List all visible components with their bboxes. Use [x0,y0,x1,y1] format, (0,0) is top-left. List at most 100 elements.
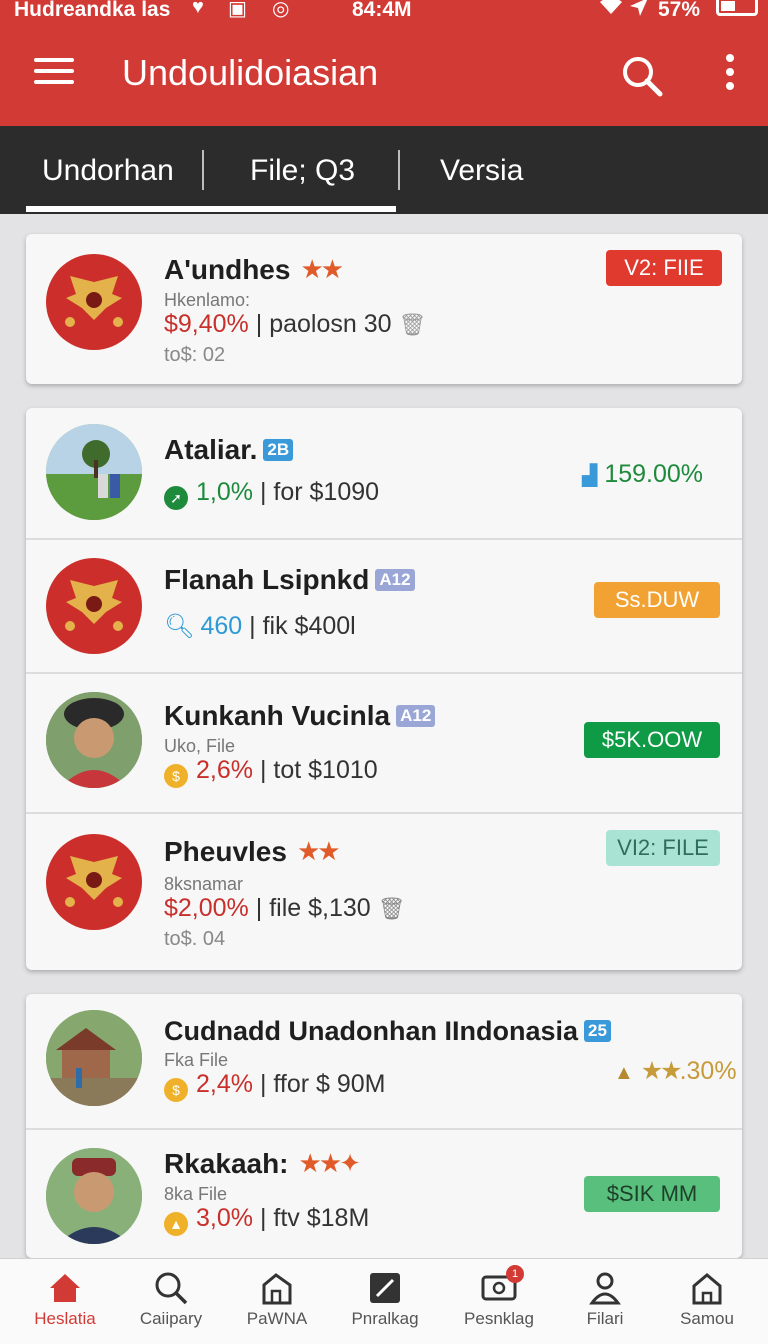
battery-percent: 57% [658,0,701,21]
rating-stars: ★★ [296,836,341,866]
sync-icon: ◎ [272,0,290,20]
item-subtitle: 8ksnamar [164,874,244,894]
tag-badge: A12 [375,569,415,591]
nav-search[interactable]: Caiipary [116,1271,226,1329]
emblem-avatar [46,558,142,654]
rating-stars: ★★ [640,1057,683,1085]
list-card: A'undhes ★★ Hkenlamo: $9,40% | paolosn 30… [26,234,742,384]
item-detail: paolosn 30 [269,310,392,338]
nav-home[interactable]: Heslatia [10,1271,120,1329]
item-percent: 2,4% [196,1070,253,1098]
list-item[interactable]: Cudnadd Unadonhan IIndonasia 25 Fka File … [26,994,742,1128]
right-metric: ▲ ★★.30% [614,1057,737,1085]
item-percent: $2,00% [164,894,249,922]
right-metric: ▟ 159.00% [582,460,704,488]
carrier-label: Hudreandka las [14,0,171,21]
app-title: Undoulidoiasian [122,52,379,93]
status-badge[interactable]: Ss.DUW [594,582,720,618]
item-metric: 🔍︎ 460 | fik $400l [164,612,356,640]
nav-profile[interactable]: Filari [550,1271,660,1329]
list-item[interactable]: Kunkanh Vucinla A12 Uko, File $2,6% | tot… [26,674,742,812]
item-subtitle: Hkenlamo: [164,290,251,310]
list-item[interactable]: Rkakaah: ★★✦ 8ka File ▲ 3,0% | ftv $18M $S… [26,1130,742,1258]
item-subtitle: Fka File [164,1050,229,1070]
item-name: Flanah Lsipnkd A12 [164,564,415,596]
status-badge[interactable]: $SIK MM [584,1176,720,1212]
item-percent: 1,0% [196,478,253,506]
list-item[interactable]: Flanah Lsipnkd A12 🔍︎ 460 | fik $400l Ss.D… [26,540,742,672]
nav-label: Filari [586,1309,624,1328]
search-icon: 🔍︎ [164,613,195,640]
status-badge[interactable]: V2: FIIE [606,250,722,286]
status-badge[interactable]: VI2: FILE [606,830,720,866]
village-photo-avatar [46,1010,142,1106]
battery-icon [716,0,758,16]
coin-icon: $ [164,1078,188,1102]
item-detail: ftv $18M [273,1204,370,1232]
home-icon [50,1274,80,1302]
tab-bar: Undorhan File; Q3 Versia [0,126,768,214]
item-percent: 460 [200,612,243,640]
nav-label: Pnralkag [351,1309,419,1328]
item-metric: $2,6% | tot $1010 [164,756,378,788]
nav-label: Caiipary [139,1309,203,1328]
item-metric: ▲ 3,0% | ftv $18M [164,1204,369,1236]
nav-house[interactable]: Samou [652,1271,762,1329]
nav-label: Samou [680,1309,734,1328]
nav-payments[interactable]: 1 Pesnklag [444,1265,554,1329]
trash-icon: 🗑 [398,312,427,337]
item-detail: file $,130 [269,894,371,922]
nav-label: Pesnklag [464,1309,534,1328]
menu-button[interactable] [34,58,74,88]
more-options-button[interactable] [720,54,740,94]
coin-icon: $ [164,764,188,788]
item-detail: ffor $ 90M [273,1070,386,1098]
man-photo-avatar [46,1148,142,1244]
item-metric: $2,4% | ffor $ 90M [164,1070,386,1102]
status-time: 84:4M [352,0,412,21]
person-avatar [46,692,142,788]
search-icon [623,57,663,97]
list-item[interactable]: Pheuvles ★★ 8ksnamar $2,00% | file $,130 … [26,814,742,970]
tab-versia[interactable]: Versia [440,154,523,188]
list-item[interactable]: Ataliar. 2B ➚ 1,0% | for $1090 ▟ 159.00% [26,408,742,538]
item-detail: for $1090 [273,478,380,506]
item-detail: fik $400l [262,612,356,640]
item-name: A'undhes ★★ [164,254,344,285]
status-bar: Hudreandka las ♥ ▣ ◎ 84:4M 57% [0,0,768,22]
bottom-navigation: Heslatia Caiipary PaWNA Pnralkag 1 Pesnk… [0,1258,768,1344]
trend-up-icon: ➚ [164,486,188,510]
warning-icon: ▲ [164,1212,188,1236]
item-detail: tot $1010 [273,756,378,784]
search-button[interactable] [620,54,664,98]
search-icon [155,1272,188,1305]
active-tab-indicator [26,206,396,212]
nav-edit[interactable]: Pnralkag [330,1271,440,1329]
item-subtitle: 8ka File [164,1184,228,1204]
item-metric: ➚ 1,0% | for $1090 [164,478,379,510]
item-name: Cudnadd Unadonhan IIndonasia 25 [164,1016,611,1047]
item-metric: $2,00% | file $,130 🗑 [164,894,406,922]
item-name: Kunkanh Vucinla A12 [164,700,436,732]
item-name: Rkakaah: ★★✦ [164,1148,361,1179]
wifi-icon [598,0,624,22]
trash-icon: 🗑 [377,896,406,921]
rating-stars: ★★✦ [298,1148,361,1178]
list-card: Cudnadd Unadonhan IIndonasia 25 Fka File … [26,994,742,1258]
person-icon [589,1272,621,1305]
status-badge[interactable]: $5K.OOW [584,722,720,758]
item-footer: to$. 04 [164,928,226,950]
tab-divider [398,150,400,190]
item-percent: $9,40% [164,310,249,338]
item-name: Pheuvles ★★ [164,836,341,867]
tab-undorhan[interactable]: Undorhan [42,154,174,188]
warning-icon: ▲ [614,1062,634,1084]
item-percent: 3,0% [196,1204,253,1232]
edit-box-icon [370,1273,400,1303]
item-footer: to$: 02 [164,344,226,366]
app-bar: Hudreandka las ♥ ▣ ◎ 84:4M 57% Undoulido… [0,0,768,126]
list-item[interactable]: A'undhes ★★ Hkenlamo: $9,40% | paolosn 30… [26,234,742,384]
tab-file-q3[interactable]: File; Q3 [250,154,355,188]
tab-divider [202,150,204,190]
nav-building[interactable]: PaWNA [222,1271,332,1329]
